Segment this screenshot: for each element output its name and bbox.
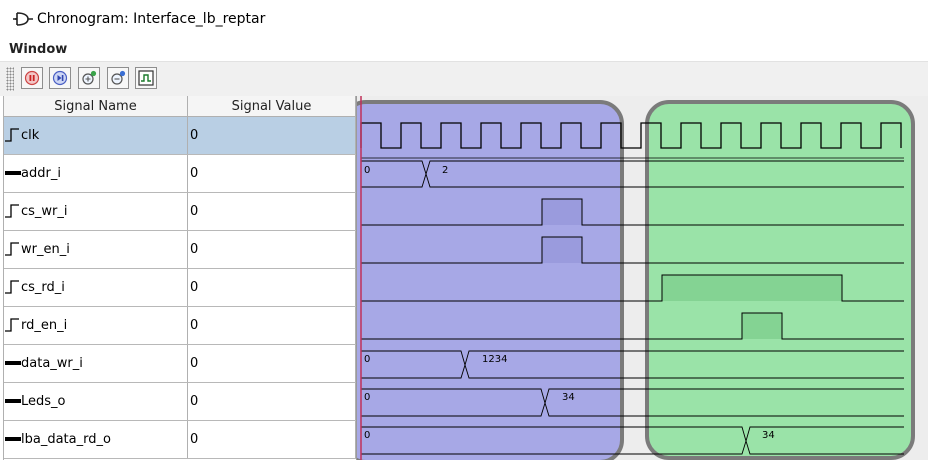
signal-row-cs-rd-i[interactable]: cs_rd_i 0 <box>4 269 356 307</box>
write-phase-highlight <box>356 100 624 460</box>
window-title: Chronogram: Interface_lb_reptar <box>37 11 266 27</box>
bit-signal-icon <box>5 204 19 218</box>
addr-i-value-0: 0 <box>364 165 370 176</box>
signal-value: 0 <box>190 242 199 257</box>
signal-value: 0 <box>190 128 199 143</box>
signal-row-cs-wr-i[interactable]: cs_wr_i 0 <box>4 193 356 231</box>
zoom-in-button[interactable] <box>78 67 100 89</box>
signal-value: 0 <box>190 394 199 409</box>
chronogram-icon <box>13 12 33 26</box>
bit-signal-icon <box>5 242 19 256</box>
signal-row-clk[interactable]: clk 0 <box>4 117 356 155</box>
signal-name: Leds_o <box>21 394 66 409</box>
waveform-button[interactable] <box>135 67 157 89</box>
lba-data-rd-o-value-1: 34 <box>762 430 775 441</box>
bus-signal-icon <box>5 171 21 175</box>
lba-data-rd-o-value-0: 0 <box>364 430 370 441</box>
signal-value: 0 <box>190 280 199 295</box>
bit-signal-icon <box>5 318 19 332</box>
step-button[interactable] <box>49 67 71 89</box>
bus-signal-icon <box>5 399 21 403</box>
signal-row-data-wr-i[interactable]: data_wr_i 0 <box>4 345 356 383</box>
bus-signal-icon <box>5 437 21 441</box>
bit-signal-icon <box>5 280 19 294</box>
signal-name: cs_rd_i <box>21 280 65 295</box>
signal-name: clk <box>21 128 40 143</box>
menu-bar: Window <box>0 40 928 61</box>
bit-signal-icon <box>5 128 19 142</box>
waveform-icon <box>138 70 154 86</box>
step-forward-icon <box>52 70 68 86</box>
signal-name: data_wr_i <box>21 356 83 371</box>
pause-button[interactable] <box>21 67 43 89</box>
column-header-signal-name[interactable]: Signal Name <box>4 96 188 117</box>
bus-signal-icon <box>5 361 21 365</box>
toolbar <box>0 61 928 96</box>
zoom-out-button[interactable] <box>107 67 129 89</box>
menu-window[interactable]: Window <box>9 42 67 57</box>
toolbar-grip[interactable] <box>6 67 14 91</box>
signal-row-lba-data-rd-o[interactable]: lba_data_rd_o 0 <box>4 421 356 459</box>
signal-value: 0 <box>190 318 199 333</box>
signal-name: addr_i <box>21 166 61 181</box>
column-header-signal-value[interactable]: Signal Value <box>188 96 356 117</box>
signal-table: Signal Name Signal Value clk 0 addr_i 0 … <box>3 96 356 460</box>
waveform-canvas: 0 2 0 1234 0 34 0 34 <box>356 96 928 460</box>
signal-name: cs_wr_i <box>21 204 68 219</box>
signal-row-wr-en-i[interactable]: wr_en_i 0 <box>4 231 356 269</box>
leds-o-value-0: 0 <box>364 392 370 403</box>
data-wr-i-value-0: 0 <box>364 354 370 365</box>
title-bar: Chronogram: Interface_lb_reptar <box>0 0 928 40</box>
signal-name: rd_en_i <box>21 318 68 333</box>
signal-name: lba_data_rd_o <box>21 432 111 447</box>
zoom-out-icon <box>111 70 126 85</box>
zoom-in-icon <box>82 70 97 85</box>
signal-row-rd-en-i[interactable]: rd_en_i 0 <box>4 307 356 345</box>
pause-icon <box>24 70 40 86</box>
data-wr-i-value-1: 1234 <box>482 354 507 365</box>
signal-value: 0 <box>190 204 199 219</box>
signal-row-addr-i[interactable]: addr_i 0 <box>4 155 356 193</box>
waveform-panel[interactable]: 0 2 0 1234 0 34 0 34 <box>356 96 928 460</box>
leds-o-value-1: 34 <box>562 392 575 403</box>
signal-row-leds-o[interactable]: Leds_o 0 <box>4 383 356 421</box>
signal-value: 0 <box>190 432 199 447</box>
signal-value: 0 <box>190 356 199 371</box>
signal-value: 0 <box>190 166 199 181</box>
addr-i-value-1: 2 <box>442 165 448 176</box>
signal-name: wr_en_i <box>21 242 70 257</box>
